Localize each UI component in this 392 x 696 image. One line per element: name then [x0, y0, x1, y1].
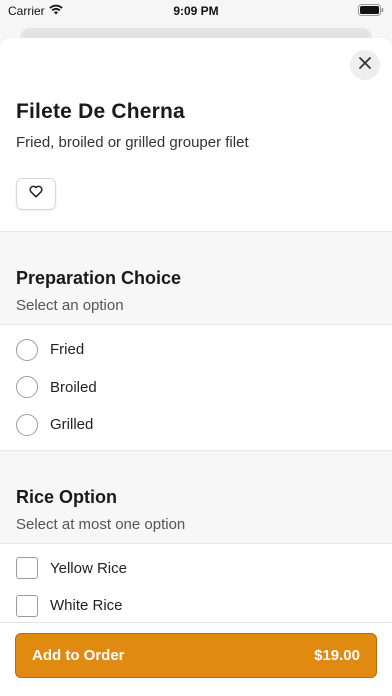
checkbox[interactable] — [16, 594, 38, 617]
section-subtitle: Select an option — [16, 297, 124, 314]
option-label: White Rice — [50, 597, 123, 615]
status-left: Carrier — [8, 4, 63, 18]
add-to-order-button[interactable]: Add to Order $19.00 — [15, 633, 377, 678]
radio-button[interactable] — [16, 376, 38, 399]
option-label: Fried — [50, 341, 85, 359]
radio-button[interactable] — [16, 338, 38, 361]
rice-section-header: Rice Option Select at most one option — [0, 449, 392, 544]
option-label: Yellow Rice — [50, 559, 127, 577]
item-description: Fried, broiled or grilled grouper filet — [16, 134, 249, 151]
item-detail-sheet: Filete De Cherna Fried, broiled or grill… — [0, 38, 392, 696]
status-bar: Carrier 9:09 PM — [0, 0, 392, 22]
bottom-bar: Add to Order $19.00 — [0, 622, 392, 696]
checkbox[interactable] — [16, 557, 38, 580]
radio-button[interactable] — [16, 413, 38, 436]
carrier-label: Carrier — [8, 4, 45, 18]
section-title: Rice Option — [16, 486, 118, 507]
close-icon — [358, 56, 372, 75]
status-right — [358, 3, 384, 19]
option-yellow-rice[interactable]: Yellow Rice — [0, 550, 392, 588]
rice-options: Yellow Rice White Rice — [0, 543, 392, 631]
app-screen: Carrier 9:09 PM Filete De Cherna Fried, … — [0, 0, 392, 696]
option-grilled[interactable]: Grilled — [0, 406, 392, 444]
close-button[interactable] — [350, 50, 380, 80]
section-title: Preparation Choice — [16, 268, 182, 288]
option-label: Broiled — [50, 378, 97, 396]
battery-icon — [358, 3, 384, 19]
preparation-section-header: Preparation Choice Select an option — [0, 231, 392, 325]
item-title: Filete De Cherna — [16, 100, 185, 123]
item-header: Filete De Cherna Fried, broiled or grill… — [0, 38, 392, 231]
option-fried[interactable]: Fried — [0, 331, 392, 369]
order-price: $19.00 — [314, 647, 360, 664]
wifi-icon — [49, 4, 63, 18]
section-subtitle: Select at most one option — [16, 515, 186, 533]
option-white-rice[interactable]: White Rice — [0, 587, 392, 625]
preparation-options: Fried Broiled Grilled — [0, 325, 392, 450]
option-label: Grilled — [50, 416, 94, 434]
option-broiled[interactable]: Broiled — [0, 369, 392, 407]
heart-icon — [29, 185, 43, 203]
add-to-order-label: Add to Order — [32, 647, 125, 664]
favorite-button[interactable] — [16, 178, 56, 210]
